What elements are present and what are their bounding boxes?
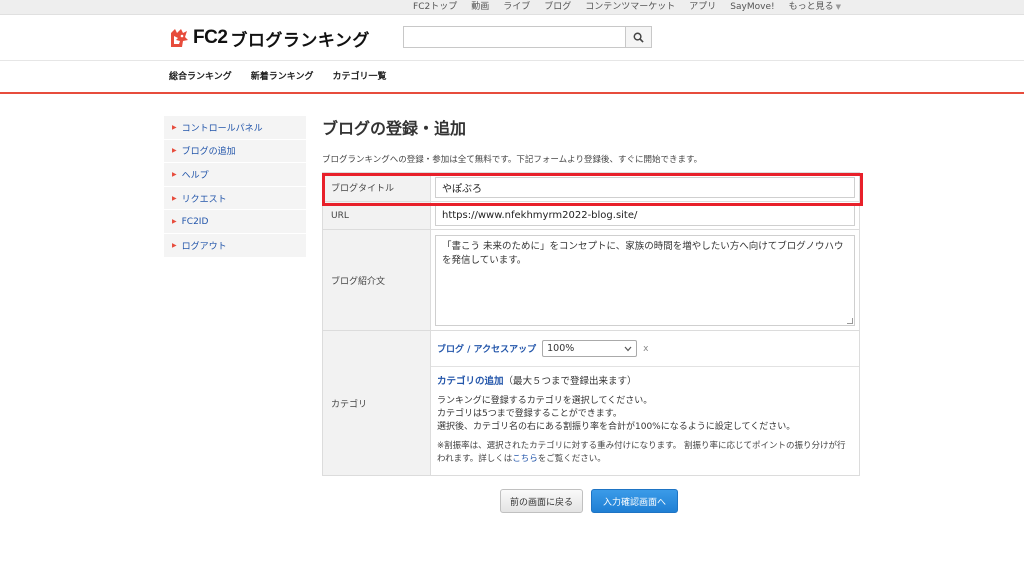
blog-title-cell: やぽぶろ [430,172,860,202]
chevron-down-icon [624,346,632,351]
note-details-link[interactable]: こちら [512,454,538,464]
fc2-mascot-icon [171,29,188,47]
global-nav-more[interactable]: もっと見る ▼ [782,0,848,15]
blog-title-input[interactable]: やぽぶろ [435,176,855,198]
logo-fc2-text: FC2 [193,27,228,48]
page-title: ブログの登録・追加 [322,119,467,138]
global-nav-list: FC2トップ 動画 ライブ ブログ コンテンツマーケット アプリ SayMove… [406,0,848,15]
global-nav-fc2top[interactable]: FC2トップ [406,0,464,15]
global-nav-blog[interactable]: ブログ [537,0,578,15]
triangle-right-icon: ▶ [172,123,177,131]
sidebar-item-request[interactable]: ▶ リクエスト [164,186,306,211]
category-desc-3: 選択後、カテゴリ名の右にある割振り率を合計が100%になるように設定してください… [437,422,796,432]
ranking-nav: 総合ランキング 新着ランキング カテゴリ一覧 [0,62,1024,94]
logo-ranking-text: ブログランキング [230,30,370,51]
form-row-url: URL https://www.nfekhmyrm2022-blog.site/ [322,201,860,230]
nav-overall-ranking[interactable]: 総合ランキング [169,62,232,92]
form-row-category: カテゴリ ブログ / アクセスアップ 100% x カテゴリの追加（最大５つまで… [322,330,860,476]
sidebar-item-label: ヘルプ [181,170,209,181]
site-header: FC2 ブログランキング [0,15,1024,61]
ranking-nav-list: 総合ランキング 新着ランキング カテゴリ一覧 [169,62,405,92]
category-label: カテゴリ [322,330,431,476]
sidebar-item-fc2id[interactable]: ▶ FC2ID [164,210,306,234]
sidebar-item-label: リクエスト [181,194,227,205]
sidebar-item-label: コントロールパネル [181,123,263,134]
category-ratio-value: 100% [547,343,575,354]
sidebar-item-label: ログアウト [181,241,227,252]
nav-new-ranking[interactable]: 新着ランキング [251,62,314,92]
url-cell: https://www.nfekhmyrm2022-blog.site/ [430,201,860,230]
category-add-link[interactable]: カテゴリの追加 [437,376,504,387]
triangle-right-icon: ▶ [172,194,177,202]
blog-intro-label: ブログ紹介文 [322,229,431,331]
main-content: ブログの登録・追加 ブログランキングへの登録・参加は全て無料です。下記フォームよ… [322,116,860,476]
sidebar-item-help[interactable]: ▶ ヘルプ [164,163,306,187]
global-nav-video[interactable]: 動画 [464,0,496,15]
url-input[interactable]: https://www.nfekhmyrm2022-blog.site/ [435,205,855,226]
global-nav-app[interactable]: アプリ [682,0,723,15]
search-button[interactable] [625,26,652,48]
global-nav-more-label: もっと見る [788,2,834,12]
triangle-right-icon: ▶ [172,170,177,178]
sidebar-item-label: ブログの追加 [181,147,236,158]
confirm-button[interactable]: 入力確認画面へ [591,489,679,513]
global-nav-live[interactable]: ライブ [496,0,537,15]
category-remove-button[interactable]: x [643,344,648,354]
blog-intro-text: 「書こう 未来のために」をコンセプトに、家族の時間を増やしたい方へ向けてブログノ… [442,240,844,266]
search-input[interactable] [403,26,625,48]
category-add-line: カテゴリの追加（最大５つまで登録出来ます） [437,375,853,388]
back-button[interactable]: 前の画面に戻る [500,489,584,513]
search-form [403,26,652,48]
category-ratio-select[interactable]: 100% [542,340,638,357]
intro-text: ブログランキングへの登録・参加は全て無料です。下記フォームより登録後、すぐに開始… [322,155,703,165]
sidebar-menu: ▶ コントロールパネル ▶ ブログの追加 ▶ ヘルプ ▶ リクエスト ▶ FC2ID ▶ ロ… [164,116,306,258]
sidebar-item-add-blog[interactable]: ▶ ブログの追加 [164,139,306,164]
category-desc-2: カテゴリは5つまで登録することができます。 [437,409,622,419]
chevron-down-icon: ▼ [835,3,841,11]
global-nav-saymove[interactable]: SayMove! [723,0,781,15]
form-buttons: 前の画面に戻る 入力確認画面へ [500,489,679,513]
sidebar-item-logout[interactable]: ▶ ログアウト [164,233,306,258]
sidebar-item-control-panel[interactable]: ▶ コントロールパネル [164,116,306,140]
category-desc-1: ランキングに登録するカテゴリを選択してください。 [437,396,653,406]
blog-title-label: ブログタイトル [322,172,431,202]
site-logo[interactable]: FC2 ブログランキング [168,24,370,52]
global-nav-contents-market[interactable]: コンテンツマーケット [578,0,682,15]
triangle-right-icon: ▶ [172,147,177,155]
search-icon [633,32,644,43]
category-weight-note: ※割振率は、選択されたカテゴリに対する重み付けになります。 割振り率に応じてポイ… [437,440,853,466]
sidebar-item-label: FC2ID [181,216,209,227]
nav-category-list[interactable]: カテゴリ一覧 [332,62,386,92]
global-nav-bar: FC2トップ 動画 ライブ ブログ コンテンツマーケット アプリ SayMove… [0,0,1024,15]
note-text-after: をご覧ください。 [537,454,606,464]
category-add-section: カテゴリの追加（最大５つまで登録出来ます） ランキングに登録するカテゴリを選択し… [431,367,859,472]
form-row-blog-title: ブログタイトル やぽぶろ [322,172,860,202]
category-link[interactable]: ブログ / アクセスアップ [437,342,536,355]
category-add-note: （最大５つまで登録出来ます） [503,376,637,387]
triangle-right-icon: ▶ [172,218,177,226]
form-row-intro: ブログ紹介文 「書こう 未来のために」をコンセプトに、家族の時間を増やしたい方へ… [322,229,860,331]
blog-intro-textarea[interactable]: 「書こう 未来のために」をコンセプトに、家族の時間を増やしたい方へ向けてブログノ… [435,234,855,326]
blog-intro-cell: 「書こう 未来のために」をコンセプトに、家族の時間を増やしたい方へ向けてブログノ… [430,229,860,331]
registration-form: ブログタイトル やぽぶろ URL https://www.nfekhmyrm20… [322,172,860,476]
resize-grip-icon[interactable] [847,317,853,324]
triangle-right-icon: ▶ [172,241,177,249]
url-label: URL [322,201,431,230]
note-text-before: ※割振率は、選択されたカテゴリに対する重み付けになります。 割振り率に応じてポイ… [437,441,846,464]
category-cell: ブログ / アクセスアップ 100% x カテゴリの追加（最大５つまで登録出来ま… [430,330,860,476]
category-selected-row: ブログ / アクセスアップ 100% x [431,331,859,367]
